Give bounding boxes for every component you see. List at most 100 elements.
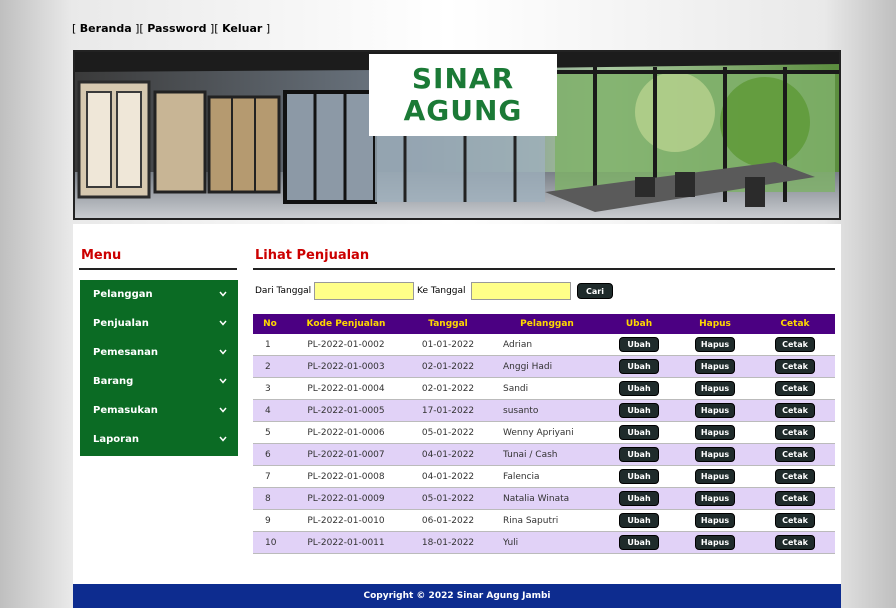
table-row: 8 PL-2022-01-0009 05-01-2022 Natalia Winata… [253,487,835,510]
nav-home-link[interactable]: Beranda [80,22,132,35]
col-header-pelanggan: Pelanggan [491,314,603,334]
cell-kode: PL-2022-01-0009 [287,487,405,510]
table-row: 10 PL-2022-01-0011 18-01-2022 Yuli Ubah Hapus… [253,531,835,554]
print-button[interactable]: Cetak [775,425,815,440]
edit-button[interactable]: Ubah [619,513,659,528]
chevron-down-icon [219,436,227,442]
edit-button[interactable]: Ubah [619,425,659,440]
cell-kode: PL-2022-01-0003 [287,355,405,378]
cell-tanggal: 02-01-2022 [405,355,491,378]
delete-button[interactable]: Hapus [695,491,735,506]
chevron-down-icon [219,378,227,384]
edit-button[interactable]: Ubah [619,337,659,352]
cell-tanggal: 05-01-2022 [405,487,491,510]
cell-no: 7 [253,465,287,488]
to-date-input[interactable] [471,282,571,300]
table-header-row: No Kode Penjualan Tanggal Pelanggan Ubah… [253,314,835,334]
cell-hapus: Hapus [675,421,755,444]
col-header-no: No [253,314,287,334]
delete-button[interactable]: Hapus [695,425,735,440]
cell-pelanggan: Tunai / Cash [491,443,603,466]
print-button[interactable]: Cetak [775,403,815,418]
edit-button[interactable]: Ubah [619,359,659,374]
cell-ubah: Ubah [603,355,675,378]
print-button[interactable]: Cetak [775,359,815,374]
content-panel: Menu Pelanggan Penjualan Pemesanan Baran… [73,224,841,584]
cell-tanggal: 04-01-2022 [405,443,491,466]
cell-pelanggan: Rina Saputri [491,509,603,532]
menu-divider [79,268,237,270]
table-row: 1 PL-2022-01-0002 01-01-2022 Adrian Ubah Hapu… [253,334,835,356]
col-header-hapus: Hapus [675,314,755,334]
cell-hapus: Hapus [675,531,755,554]
edit-button[interactable]: Ubah [619,403,659,418]
cell-ubah: Ubah [603,377,675,400]
sidebar-item-pemasukan[interactable]: Pemasukan [80,396,238,425]
delete-button[interactable]: Hapus [695,403,735,418]
sidebar-item-penjualan[interactable]: Penjualan [80,309,238,338]
cell-cetak: Cetak [755,531,835,554]
top-navigation: [ Beranda ][ Password ][ Keluar ] [72,22,271,35]
print-button[interactable]: Cetak [775,337,815,352]
chevron-down-icon [219,291,227,297]
nav-logout-link[interactable]: Keluar [222,22,262,35]
cell-tanggal: 02-01-2022 [405,377,491,400]
cell-pelanggan: Anggi Hadi [491,355,603,378]
cell-no: 6 [253,443,287,466]
edit-button[interactable]: Ubah [619,535,659,550]
nav-password-link[interactable]: Password [147,22,206,35]
cell-pelanggan: Falencia [491,465,603,488]
print-button[interactable]: Cetak [775,513,815,528]
edit-button[interactable]: Ubah [619,447,659,462]
sidebar-item-laporan[interactable]: Laporan [80,425,238,454]
cell-cetak: Cetak [755,355,835,378]
cell-cetak: Cetak [755,399,835,422]
cell-no: 3 [253,377,287,400]
cell-ubah: Ubah [603,531,675,554]
cell-no: 8 [253,487,287,510]
delete-button[interactable]: Hapus [695,513,735,528]
sidebar-item-pelanggan[interactable]: Pelanggan [80,280,238,309]
print-button[interactable]: Cetak [775,535,815,550]
delete-button[interactable]: Hapus [695,381,735,396]
sidebar-item-label: Penjualan [93,318,149,329]
delete-button[interactable]: Hapus [695,337,735,352]
cell-kode: PL-2022-01-0010 [287,509,405,532]
sidebar-item-label: Laporan [93,434,139,445]
cell-cetak: Cetak [755,334,835,356]
cell-ubah: Ubah [603,443,675,466]
cell-tanggal: 06-01-2022 [405,509,491,532]
from-date-input[interactable] [314,282,414,300]
cell-tanggal: 05-01-2022 [405,421,491,444]
print-button[interactable]: Cetak [775,447,815,462]
edit-button[interactable]: Ubah [619,381,659,396]
search-button[interactable]: Cari [577,283,613,299]
print-button[interactable]: Cetak [775,469,815,484]
delete-button[interactable]: Hapus [695,359,735,374]
cell-kode: PL-2022-01-0008 [287,465,405,488]
copyright-text: Copyright © 2022 Sinar Agung Jambi [363,591,551,601]
cell-pelanggan: Natalia Winata [491,487,603,510]
col-header-ubah: Ubah [603,314,675,334]
cell-kode: PL-2022-01-0002 [287,334,405,356]
cell-hapus: Hapus [675,355,755,378]
sidebar-item-barang[interactable]: Barang [80,367,238,396]
delete-button[interactable]: Hapus [695,535,735,550]
cell-kode: PL-2022-01-0004 [287,377,405,400]
print-button[interactable]: Cetak [775,491,815,506]
delete-button[interactable]: Hapus [695,469,735,484]
print-button[interactable]: Cetak [775,381,815,396]
cell-hapus: Hapus [675,443,755,466]
delete-button[interactable]: Hapus [695,447,735,462]
brand-line-2: AGUNG [403,94,523,127]
edit-button[interactable]: Ubah [619,491,659,506]
cell-hapus: Hapus [675,334,755,356]
sidebar-item-pemesanan[interactable]: Pemesanan [80,338,238,367]
cell-pelanggan: susanto [491,399,603,422]
cell-no: 5 [253,421,287,444]
footer: Copyright © 2022 Sinar Agung Jambi [73,584,841,608]
table-row: 9 PL-2022-01-0010 06-01-2022 Rina Saputri Ub… [253,509,835,532]
col-header-kode: Kode Penjualan [287,314,405,334]
edit-button[interactable]: Ubah [619,469,659,484]
page-title: Lihat Penjualan [255,248,370,263]
